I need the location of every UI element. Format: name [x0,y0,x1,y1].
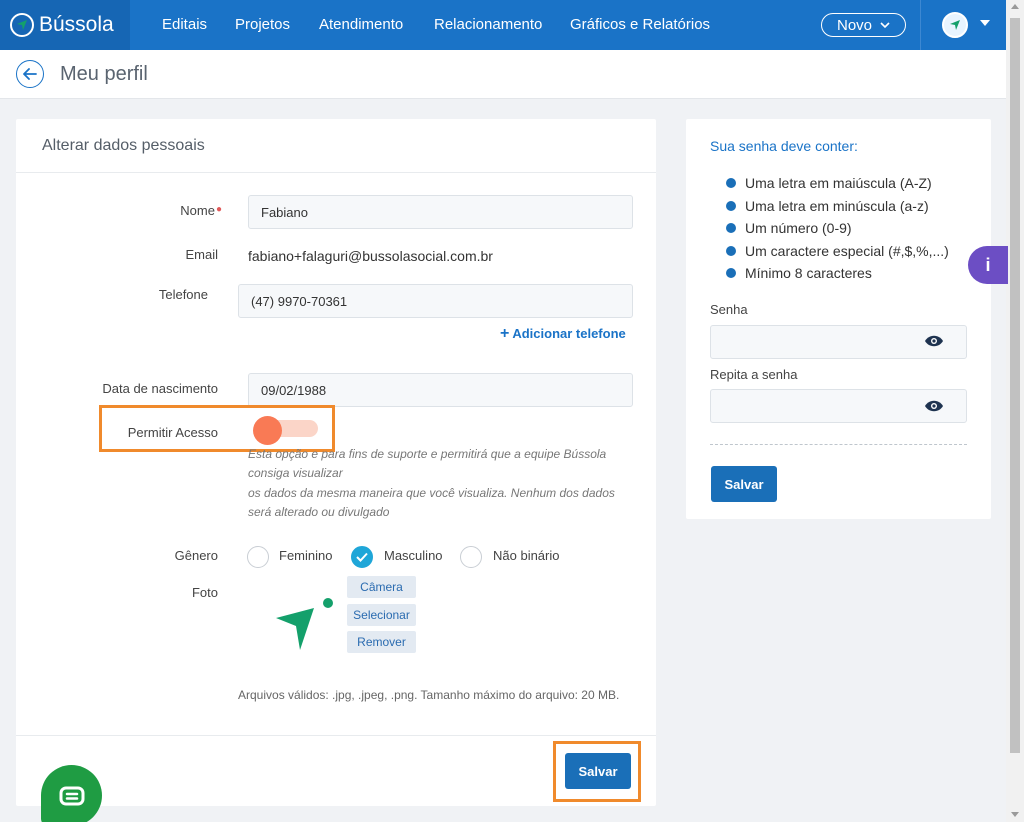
scroll-down-arrow-icon[interactable] [1011,812,1019,817]
password-rule: Um número (0-9) [726,220,852,236]
page-title: Meu perfil [60,63,148,85]
arrow-left-icon [23,68,37,80]
nav-item-editais[interactable]: Editais [162,16,207,33]
email-value: fabiano+falaguri@bussolasocial.com.br [248,248,493,264]
chat-button[interactable] [41,765,102,822]
permitir-help-line-3: os dados da mesma maneira que você visua… [248,486,615,500]
genero-label: Gênero [174,548,218,563]
telefone-input[interactable]: (47) 9970-70361 [238,284,633,318]
required-marker: ● [215,204,222,215]
logo-text: Bússola [39,13,114,36]
caret-down-icon[interactable] [980,20,990,26]
password-rule-text: Mínimo 8 caracteres [745,265,872,281]
logo[interactable]: Bússola [0,0,130,50]
back-button[interactable] [16,60,44,88]
top-navbar: Bússola Editais Projetos Atendimento Rel… [0,0,1006,50]
nav-item-projetos[interactable]: Projetos [235,16,290,33]
chevron-down-icon [880,21,890,28]
permitir-acesso-toggle-knob[interactable] [253,416,282,445]
radio-feminino[interactable] [247,546,269,568]
radio-feminino-label: Feminino [279,548,333,563]
nav-divider [920,0,921,50]
permitir-help-line-2: consiga visualizar [248,466,343,480]
card-header: Alterar dados pessoais [16,119,656,173]
bullet-icon [726,178,736,188]
camera-button[interactable]: Câmera [347,576,416,598]
chat-icon [59,786,84,805]
nome-input[interactable]: Fabiano [248,195,633,229]
password-rule-text: Um número (0-9) [745,220,852,236]
add-telefone-link[interactable]: + Adicionar telefone [500,325,626,343]
bullet-icon [726,223,736,233]
files-note: Arquivos válidos: .jpg, .jpeg, .png. Tam… [238,688,620,702]
radio-masculino-label: Masculino [384,548,443,563]
add-telefone-label: Adicionar telefone [512,326,626,341]
nav-item-graficos-relatorios[interactable]: Gráficos e Relatórios [570,16,710,33]
card-title: Alterar dados pessoais [42,137,205,154]
password-save-button[interactable]: Salvar [711,466,777,502]
telefone-label: Telefone [158,287,208,302]
nav-item-relacionamento[interactable]: Relacionamento [434,16,542,33]
permitir-help-line-4: será alterado ou divulgado [248,505,390,519]
bullet-icon [726,246,736,256]
foto-label: Foto [191,585,218,600]
radio-nao-binario-label: Não binário [493,548,560,563]
info-icon[interactable]: i [968,246,1008,284]
nascimento-input[interactable]: 09/02/1988 [248,373,633,407]
nome-label-text: Nome [180,203,215,218]
scroll-up-arrow-icon[interactable] [1011,4,1019,9]
password-rule-text: Uma letra em minúscula (a-z) [745,198,929,214]
password-rule: Uma letra em minúscula (a-z) [726,198,929,214]
page-header: Meu perfil [0,50,1006,99]
password-rule-text: Uma letra em maiúscula (A-Z) [745,175,932,191]
avatar[interactable] [942,12,968,38]
save-button[interactable]: Salvar [565,753,631,789]
card-footer-divider [16,735,656,736]
nav-item-atendimento[interactable]: Atendimento [319,16,403,33]
nascimento-label: Data de nascimento [102,381,218,396]
remover-button[interactable]: Remover [347,631,416,653]
password-divider [710,444,967,445]
novo-button[interactable]: Novo [821,13,906,37]
password-rules-title: Sua senha deve conter: [710,138,858,154]
repita-senha-label: Repita a senha [710,367,798,382]
bullet-icon [726,201,736,211]
password-rule: Mínimo 8 caracteres [726,265,872,281]
nome-label: Nome● [160,203,222,218]
plus-icon: + [500,325,510,342]
radio-masculino[interactable] [351,546,373,568]
compass-icon [950,20,960,30]
senha-label: Senha [710,302,748,317]
scroll-thumb[interactable] [1010,18,1020,753]
check-icon [356,552,368,562]
compass-icon [10,13,34,37]
permitir-help-line-1: Esta opção e para fins de suporte e perm… [248,447,607,461]
password-rule-text: Um caractere especial (#,$,%,...) [745,243,949,259]
novo-label: Novo [836,16,873,34]
eye-icon[interactable] [924,399,944,413]
email-label: Email [185,247,218,262]
radio-nao-binario[interactable] [460,546,482,568]
selecionar-button[interactable]: Selecionar [347,604,416,626]
password-rule: Um caractere especial (#,$,%,...) [726,243,949,259]
profile-photo-logo-icon [276,598,333,650]
eye-icon[interactable] [924,334,944,348]
bullet-icon [726,268,736,278]
permitir-acesso-label: Permitir Acesso [127,425,218,440]
scrollbar[interactable] [1006,0,1024,822]
password-rule: Uma letra em maiúscula (A-Z) [726,175,932,191]
